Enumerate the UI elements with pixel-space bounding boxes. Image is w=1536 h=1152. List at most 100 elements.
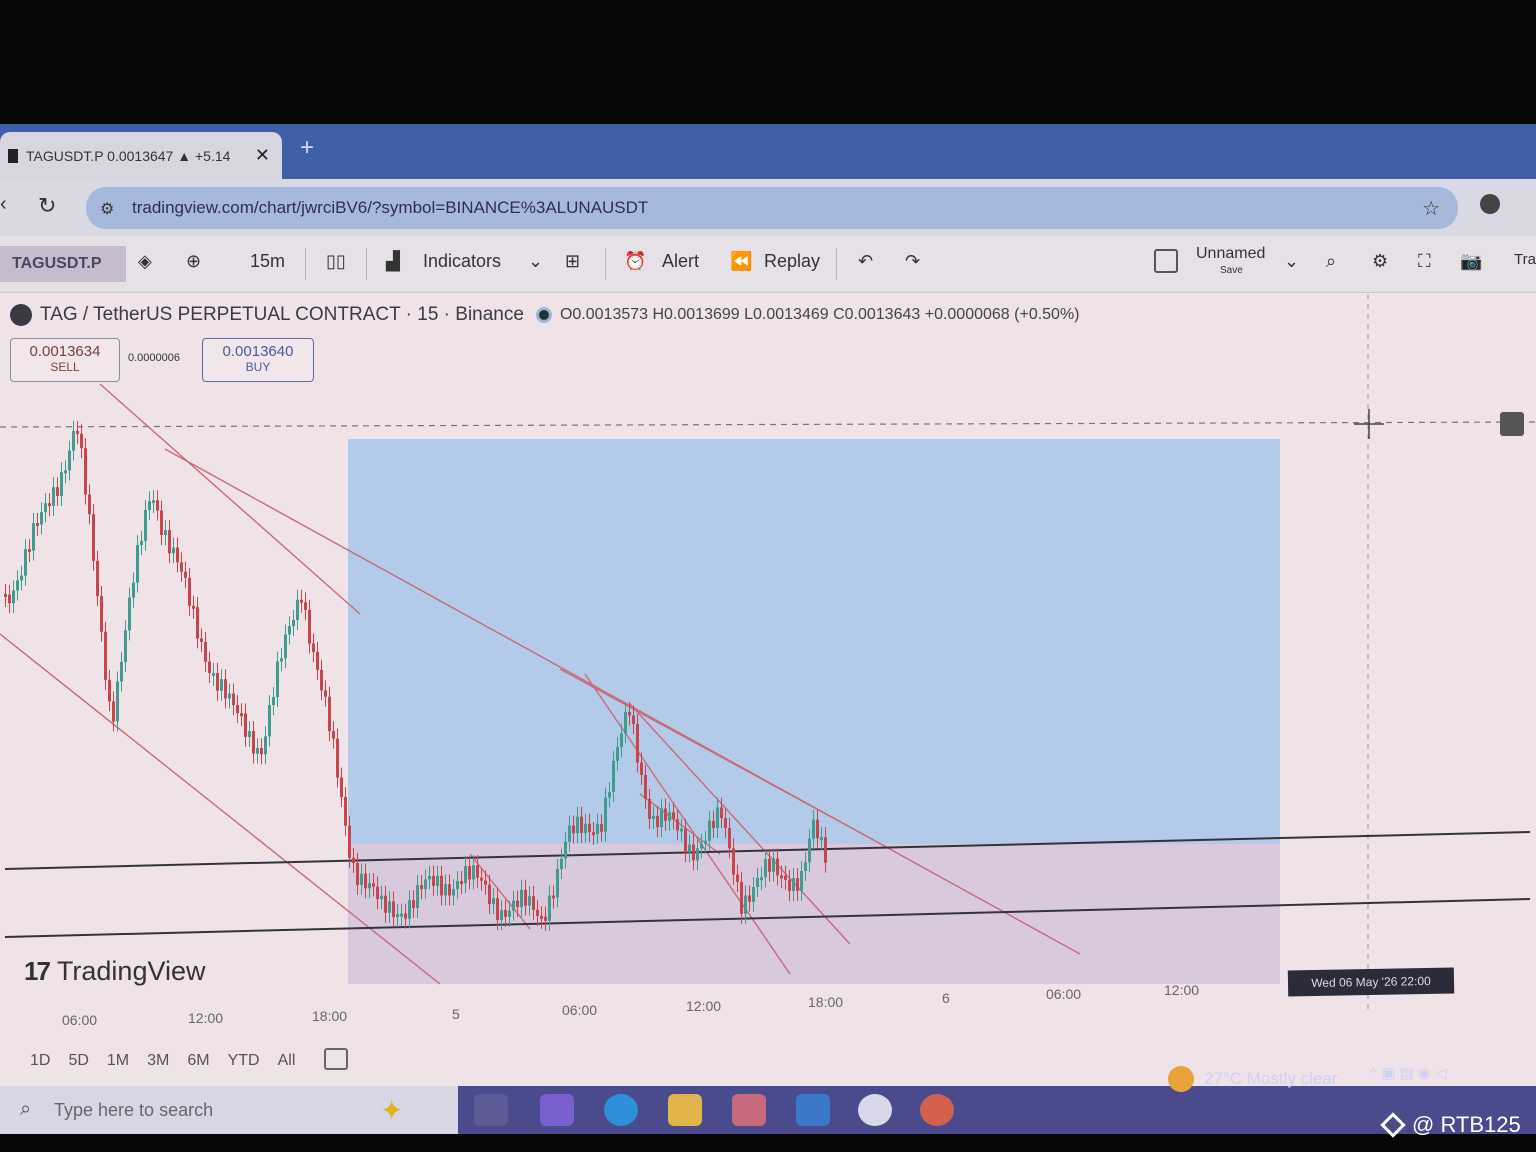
task-view-icon[interactable] <box>474 1094 508 1126</box>
candle-body <box>520 889 523 908</box>
file-explorer-icon[interactable] <box>668 1094 702 1126</box>
chevron-down-icon[interactable]: ⌄ <box>528 251 543 272</box>
candle-body <box>460 881 463 885</box>
candle-body <box>244 713 247 737</box>
settings-gear-icon[interactable]: ⚙ <box>1372 251 1388 272</box>
compare-add-icon[interactable]: ⊕ <box>186 251 201 272</box>
candle-body <box>564 841 567 859</box>
candle-body <box>676 819 679 831</box>
tradingview-logo[interactable]: 17 TradingView <box>24 956 206 987</box>
candle-body <box>224 679 227 699</box>
candle-body <box>112 701 115 722</box>
bookmark-star-icon[interactable]: ☆ <box>1422 196 1440 221</box>
indicators-button[interactable]: Indicators <box>423 251 501 272</box>
candle-body <box>616 747 619 761</box>
candle-body <box>780 875 783 879</box>
new-tab-button[interactable]: + <box>300 134 314 162</box>
layout-name[interactable]: Unnamed <box>1196 245 1265 263</box>
candle-body <box>256 748 259 754</box>
sell-button[interactable]: 0.0013634 SELL <box>10 338 120 382</box>
indicators-icon[interactable]: ▟ <box>386 251 400 272</box>
camera-snapshot-icon[interactable]: 📷 <box>1460 251 1482 272</box>
candle-body <box>664 808 667 821</box>
range-3m[interactable]: 3M <box>147 1052 169 1070</box>
symbol-title[interactable]: TAG / TetherUS PERPETUAL CONTRACT · 15 ·… <box>40 304 524 326</box>
candle-body <box>396 914 399 918</box>
edge-browser-icon[interactable] <box>604 1094 638 1126</box>
system-tray-icons[interactable]: ^ ▣ ▤ ◉ ◁ <box>1370 1064 1447 1082</box>
candle-body <box>208 661 211 673</box>
reload-icon[interactable]: ↻ <box>38 193 56 219</box>
time-tick: 6 <box>942 990 950 1006</box>
undo-icon[interactable]: ↶ <box>858 251 873 272</box>
time-tick: 12:00 <box>686 998 722 1014</box>
redo-icon[interactable]: ↷ <box>905 251 920 272</box>
replay-button[interactable]: Replay <box>764 251 820 272</box>
candle-body <box>704 840 707 844</box>
range-1d[interactable]: 1D <box>30 1052 50 1070</box>
trade-button[interactable]: Tra <box>1514 251 1536 268</box>
candle-body <box>448 884 451 896</box>
candle-body <box>344 796 347 826</box>
alarm-clock-icon[interactable]: ⏰ <box>624 251 646 272</box>
price-chart[interactable] <box>0 294 1536 1009</box>
range-all[interactable]: All <box>278 1052 296 1070</box>
candle-body <box>556 869 559 898</box>
candle-style-icon[interactable]: ▯▯ <box>326 251 346 272</box>
buy-price: 0.0013640 <box>222 343 294 360</box>
watchlist-diamond-icon[interactable]: ◈ <box>138 251 152 272</box>
candle-body <box>416 885 419 909</box>
candle-body <box>404 913 407 919</box>
whatsapp-icon[interactable] <box>858 1094 892 1126</box>
layouts-grid-icon[interactable]: ⊞ <box>565 251 580 272</box>
time-tick: 06:00 <box>562 1002 598 1018</box>
fullscreen-icon[interactable]: ⛶ <box>1418 251 1431 272</box>
site-settings-icon[interactable]: ⚙ <box>100 199 114 219</box>
range-ytd[interactable]: YTD <box>228 1052 260 1070</box>
candle-body <box>480 877 483 881</box>
candle-body <box>440 875 443 896</box>
alert-button[interactable]: Alert <box>662 251 699 272</box>
chrome-icon[interactable] <box>920 1094 954 1126</box>
browser-tab[interactable]: TAGUSDT.P 0.0013647 ▲ +5.14 ✕ <box>0 132 282 179</box>
mail-icon[interactable] <box>796 1094 830 1126</box>
range-5d[interactable]: 5D <box>68 1052 88 1070</box>
store-icon[interactable] <box>732 1094 766 1126</box>
copilot-icon[interactable] <box>540 1094 574 1126</box>
candle-body <box>652 815 655 819</box>
candle-body <box>104 631 107 680</box>
interval-button[interactable]: 15m <box>250 251 285 272</box>
candle-body <box>260 748 263 755</box>
crosshair-horizontal <box>0 421 1536 428</box>
layout-save-label[interactable]: Save <box>1220 265 1243 276</box>
chevron-down-icon[interactable]: ⌄ <box>1284 251 1299 272</box>
tab-close-icon[interactable]: ✕ <box>255 145 270 166</box>
symbol-logo-icon <box>10 304 32 326</box>
range-6m[interactable]: 6M <box>187 1052 209 1070</box>
address-bar[interactable]: ⚙ tradingview.com/chart/jwrciBV6/?symbol… <box>86 187 1458 229</box>
replay-rewind-icon[interactable]: ⏪ <box>730 251 752 272</box>
crosshair-date-label: Wed 06 May '26 22:00 <box>1287 967 1455 997</box>
candle-body <box>156 500 159 511</box>
candle-body <box>148 501 151 510</box>
calendar-icon[interactable] <box>324 1048 348 1070</box>
candle-body <box>212 672 215 676</box>
search-icon: ⌕ <box>20 1098 32 1120</box>
candle-body <box>468 866 471 880</box>
symbol-search-button[interactable]: TAGUSDT.P <box>0 246 126 282</box>
layout-checkbox-icon[interactable] <box>1154 249 1178 273</box>
quick-search-icon[interactable]: ⌕ <box>1326 251 1336 272</box>
candle-body <box>776 858 779 876</box>
buy-button[interactable]: 0.0013640 BUY <box>202 338 314 382</box>
weather-widget[interactable]: 27°C Mostly clear <box>1168 1066 1337 1092</box>
candle-body <box>656 815 659 828</box>
taskbar-search-box[interactable]: ⌕ Type here to search ✦ <box>0 1086 458 1134</box>
candle-body <box>420 885 423 890</box>
candle-body <box>688 844 691 853</box>
candle-body <box>320 669 323 691</box>
candle-body <box>824 837 827 863</box>
extension-icon[interactable] <box>1480 194 1500 214</box>
range-1m[interactable]: 1M <box>107 1052 129 1070</box>
candle-body <box>372 883 375 887</box>
back-arrow-icon[interactable]: ‹ <box>0 193 7 216</box>
